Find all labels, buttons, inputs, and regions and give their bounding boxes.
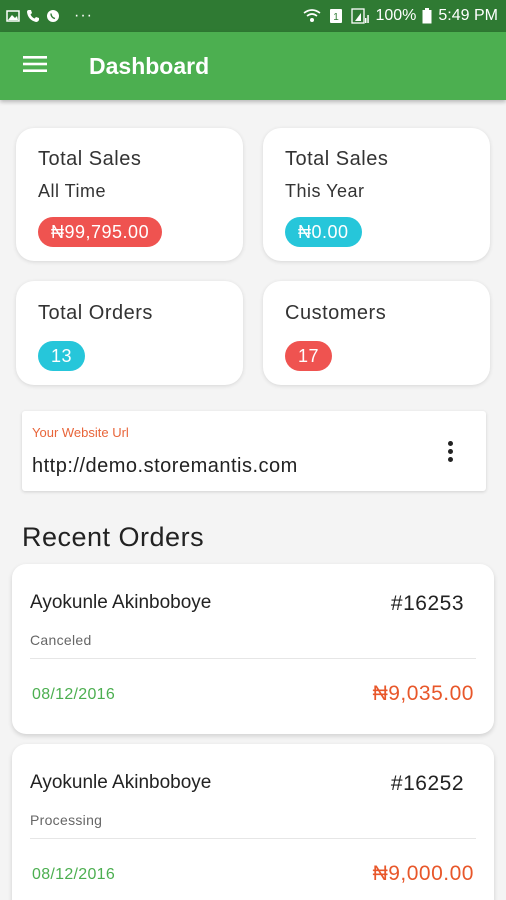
website-url-value[interactable]: http://demo.storemantis.com <box>32 455 298 478</box>
card-subtitle: This Year <box>285 181 365 201</box>
value-badge: ₦99,795.00 <box>38 217 163 247</box>
order-status: Canceled <box>30 632 92 648</box>
status-dots: ··· <box>74 7 93 24</box>
card-title: Total Sales <box>38 148 142 170</box>
status-bar: ··· 1 100% 5:49 PM <box>0 0 506 32</box>
status-left: ··· <box>6 7 93 25</box>
phone-icon <box>26 9 40 23</box>
clock: 5:49 PM <box>438 7 498 24</box>
battery-percent: 100% <box>375 7 417 24</box>
divider <box>30 838 476 839</box>
order-date: 08/12/2016 <box>32 866 116 883</box>
order-customer-name: Ayokunle Akinboboye <box>30 772 212 793</box>
total-sales-all-time-card[interactable]: Total Sales All Time ₦99,795.00 <box>16 128 243 261</box>
recent-orders-title: Recent Orders <box>22 522 205 552</box>
total-sales-this-year-card[interactable]: Total Sales This Year ₦0.00 <box>263 128 490 261</box>
menu-button[interactable] <box>0 32 70 100</box>
order-total: ₦9,000.00 <box>372 862 474 885</box>
wifi-icon <box>303 8 321 24</box>
card-subtitle: All Time <box>38 181 107 201</box>
whatsapp-icon <box>46 9 60 23</box>
card-title: Customers <box>285 302 387 324</box>
order-total: ₦9,035.00 <box>372 682 474 705</box>
website-url-label: Your Website Url <box>32 425 129 440</box>
hamburger-icon <box>23 55 47 78</box>
image-icon <box>6 9 20 23</box>
status-right: 1 100% 5:49 PM <box>303 7 498 25</box>
customers-card[interactable]: Customers 17 <box>263 281 490 385</box>
order-date: 08/12/2016 <box>32 686 116 703</box>
website-url-card: Your Website Url http://demo.storemantis… <box>22 411 486 491</box>
page-title: Dashboard <box>89 52 210 79</box>
value-badge: 13 <box>38 341 86 371</box>
signal-icon <box>351 8 370 24</box>
order-status: Processing <box>30 812 103 828</box>
battery-icon <box>422 8 432 24</box>
order-number: #16252 <box>390 772 464 795</box>
svg-text:1: 1 <box>334 12 340 23</box>
card-title: Total Orders <box>38 302 153 324</box>
more-options-button[interactable] <box>438 437 462 465</box>
more-vert-dot <box>447 456 453 462</box>
divider <box>30 658 476 659</box>
order-customer-name: Ayokunle Akinboboye <box>30 592 212 613</box>
app-bar: Dashboard <box>0 32 506 100</box>
more-vert-dot <box>447 448 453 454</box>
order-card[interactable]: Ayokunle Akinboboye #16253 Canceled 08/1… <box>12 564 494 734</box>
card-title: Total Sales <box>285 148 389 170</box>
value-badge: ₦0.00 <box>285 217 362 247</box>
value-badge: 17 <box>285 341 333 371</box>
total-orders-card[interactable]: Total Orders 13 <box>16 281 243 385</box>
more-vert-icon <box>447 440 453 446</box>
order-number: #16253 <box>390 592 464 615</box>
order-card[interactable]: Ayokunle Akinboboye #16252 Processing 08… <box>12 744 494 900</box>
sim-icon: 1 <box>327 8 345 24</box>
